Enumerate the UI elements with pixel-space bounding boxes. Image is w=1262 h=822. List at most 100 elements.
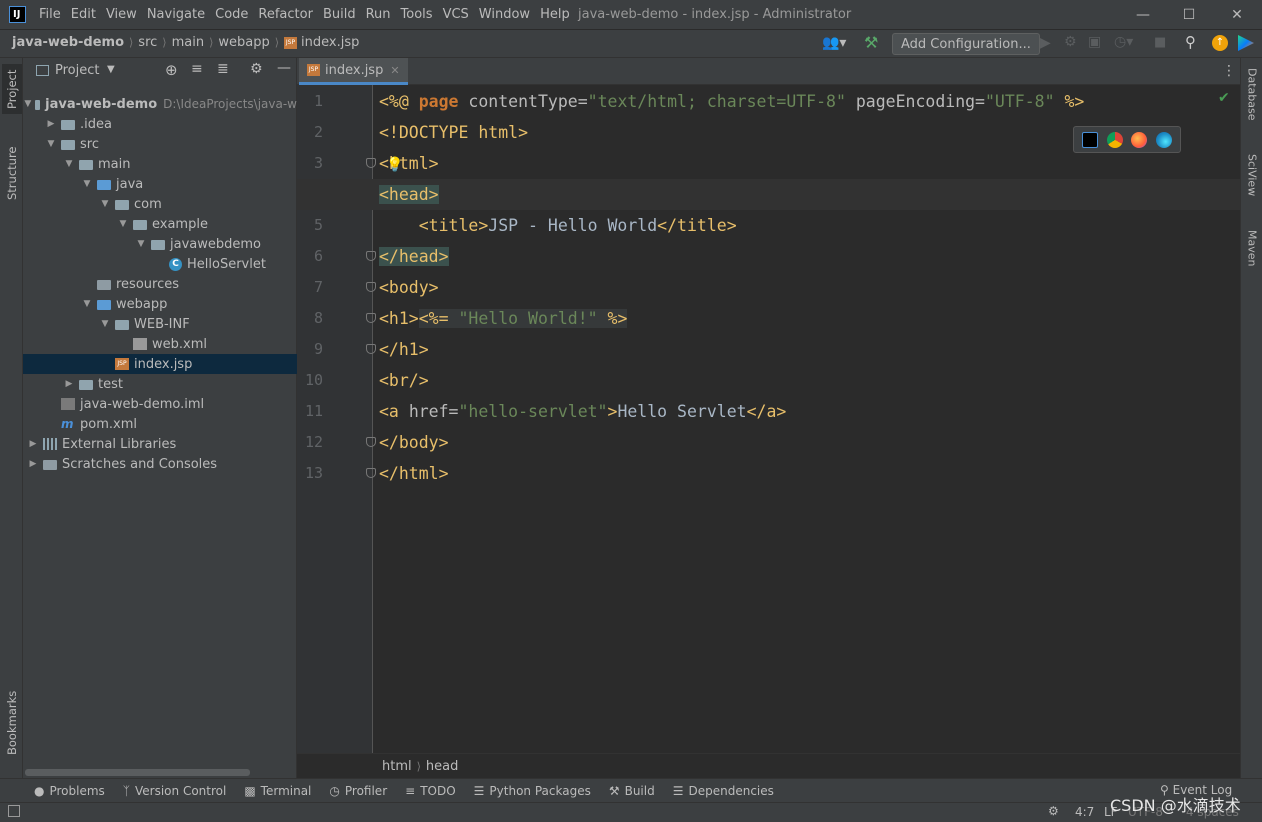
code-editor[interactable]: 12345678910111213 <%@ page contentType="…	[297, 85, 1240, 753]
breadcrumb-main[interactable]: main	[172, 35, 204, 50]
chevron-down-icon[interactable]: ▼	[99, 199, 111, 209]
build-hammer-icon[interactable]: ⚒	[864, 33, 878, 52]
fold-marker-icon[interactable]	[366, 437, 376, 447]
chevron-down-icon[interactable]: ▼	[81, 179, 93, 189]
lightbulb-icon[interactable]: 💡	[386, 157, 403, 173]
gear-icon[interactable]: ⚙	[250, 61, 263, 77]
crumb-html[interactable]: html	[382, 759, 412, 774]
tool-version-control[interactable]: ᛉ Version Control	[114, 779, 236, 803]
tree-item-helloservlet[interactable]: C HelloServlet	[23, 254, 297, 274]
code-line[interactable]: <h1><%= "Hello World!" %>	[379, 303, 628, 334]
tree-item-web-xml[interactable]: web.xml	[23, 334, 297, 354]
fold-marker-icon[interactable]	[366, 282, 376, 292]
tree-item-scratches-and-consoles[interactable]: ▶ Scratches and Consoles	[23, 454, 297, 474]
code-line[interactable]: <br/>	[379, 365, 429, 396]
tree-item-external-libraries[interactable]: ▶ External Libraries	[23, 434, 297, 454]
horizontal-scrollbar[interactable]	[25, 769, 250, 776]
maximize-button[interactable]: ☐	[1166, 0, 1212, 29]
menu-vcs[interactable]: VCS	[438, 0, 474, 29]
tool-terminal[interactable]: ▩ Terminal	[235, 779, 320, 803]
tree-item-main[interactable]: ▼ main	[23, 154, 297, 174]
close-tab-icon[interactable]: ✕	[390, 64, 399, 77]
coverage-icon[interactable]: ▣	[1088, 34, 1101, 50]
edge-icon[interactable]	[1155, 131, 1172, 148]
chevron-down-icon[interactable]: ▼	[135, 239, 147, 249]
breadcrumb-project[interactable]: java-web-demo	[12, 35, 124, 50]
chevron-down-icon[interactable]: ▼	[107, 64, 115, 75]
menu-window[interactable]: Window	[474, 0, 535, 29]
tool-python-packages[interactable]: ☰ Python Packages	[465, 779, 600, 803]
tool-todo[interactable]: ≡ TODO	[396, 779, 465, 803]
chevron-down-icon[interactable]: ▼	[117, 219, 129, 229]
tree-item-resources[interactable]: resources	[23, 274, 297, 294]
code-line[interactable]: <head>	[379, 179, 439, 210]
code-line[interactable]: <a href="hello-servlet">Hello Servlet</a…	[379, 396, 786, 427]
chevron-down-icon[interactable]: ▼	[45, 139, 57, 149]
chevron-down-icon[interactable]: ▼	[63, 159, 75, 169]
more-options-icon[interactable]: ⋮	[1222, 63, 1236, 79]
chevron-right-icon[interactable]: ▶	[27, 459, 39, 469]
code-line[interactable]: <%@ page contentType="text/html; charset…	[379, 86, 1084, 117]
code-line[interactable]: </head>	[379, 241, 449, 272]
breadcrumb-index-jsp[interactable]: index.jsp	[301, 35, 359, 50]
menu-navigate[interactable]: Navigate	[142, 0, 210, 29]
chevron-down-icon[interactable]: ▼	[24, 99, 31, 109]
intellij-browser-icon[interactable]	[1082, 131, 1099, 148]
tree-item-com[interactable]: ▼ com	[23, 194, 297, 214]
fold-marker-icon[interactable]	[366, 313, 376, 323]
expand-all-icon[interactable]: ≡	[191, 61, 203, 77]
toggle-tool-windows-icon[interactable]	[8, 805, 20, 817]
tree-item-webapp[interactable]: ▼ webapp	[23, 294, 297, 314]
close-button[interactable]: ✕	[1214, 0, 1260, 29]
profile-icon[interactable]: ◷▾	[1114, 34, 1133, 50]
search-icon[interactable]: ⚲	[1185, 33, 1196, 51]
tab-database[interactable]: Database	[1242, 68, 1262, 148]
tool-profiler[interactable]: ◷ Profiler	[320, 779, 396, 803]
chevron-right-icon[interactable]: ▶	[63, 379, 75, 389]
tree-item-example[interactable]: ▼ example	[23, 214, 297, 234]
tool-build[interactable]: ⚒ Build	[600, 779, 664, 803]
caret-position[interactable]: 4:7	[1075, 805, 1094, 819]
menu-edit[interactable]: Edit	[66, 0, 101, 29]
menu-tools[interactable]: Tools	[396, 0, 438, 29]
firefox-icon[interactable]	[1131, 131, 1148, 148]
fold-marker-icon[interactable]	[366, 158, 376, 168]
breadcrumb-src[interactable]: src	[138, 35, 157, 50]
menu-code[interactable]: Code	[210, 0, 253, 29]
code-line[interactable]: <body>	[379, 272, 439, 303]
menu-help[interactable]: Help	[535, 0, 575, 29]
tree-item-index-jsp[interactable]: JSP index.jsp	[23, 354, 297, 374]
tree-item-src[interactable]: ▼ src	[23, 134, 297, 154]
minimize-button[interactable]: —	[1120, 0, 1166, 29]
tree-item-pom-xml[interactable]: m pom.xml	[23, 414, 297, 434]
add-configuration-button[interactable]: Add Configuration...	[892, 33, 1040, 55]
tree-item--idea[interactable]: ▶ .idea	[23, 114, 297, 134]
tab-sciview[interactable]: SciView	[1242, 154, 1262, 214]
code-line[interactable]: </body>	[379, 427, 449, 458]
chrome-icon[interactable]	[1106, 131, 1123, 148]
tree-item-java-web-demo[interactable]: ▼ java-web-demo D:\IdeaProjects\java-w	[23, 94, 297, 114]
chevron-right-icon[interactable]: ▶	[27, 439, 39, 449]
run-icon[interactable]: ▶	[1040, 35, 1051, 51]
menu-build[interactable]: Build	[318, 0, 361, 29]
collapse-all-icon[interactable]: ≣	[217, 61, 229, 77]
chevron-down-icon[interactable]: ▼	[99, 319, 111, 329]
chevron-right-icon[interactable]: ▶	[45, 119, 57, 129]
debug-icon[interactable]: ⚙	[1064, 34, 1077, 50]
tree-item-web-inf[interactable]: ▼ WEB-INF	[23, 314, 297, 334]
project-view-selector[interactable]: Project	[55, 63, 99, 78]
tab-bookmarks[interactable]: Bookmarks	[2, 688, 22, 758]
menu-run[interactable]: Run	[361, 0, 396, 29]
tree-item-java[interactable]: ▼ java	[23, 174, 297, 194]
menu-view[interactable]: View	[101, 0, 142, 29]
tree-item-javawebdemo[interactable]: ▼ javawebdemo	[23, 234, 297, 254]
tree-item-test[interactable]: ▶ test	[23, 374, 297, 394]
user-icon[interactable]: 👥▾	[822, 35, 846, 51]
tree-item-java-web-demo-iml[interactable]: java-web-demo.iml	[23, 394, 297, 414]
hide-panel-icon[interactable]: —	[277, 60, 291, 76]
tab-project[interactable]: Project	[2, 64, 22, 114]
fold-marker-icon[interactable]	[366, 468, 376, 478]
code-line[interactable]: <!DOCTYPE html>	[379, 117, 528, 148]
chevron-down-icon[interactable]: ▼	[81, 299, 93, 309]
background-tasks-icon[interactable]: ⚙	[1048, 804, 1059, 818]
